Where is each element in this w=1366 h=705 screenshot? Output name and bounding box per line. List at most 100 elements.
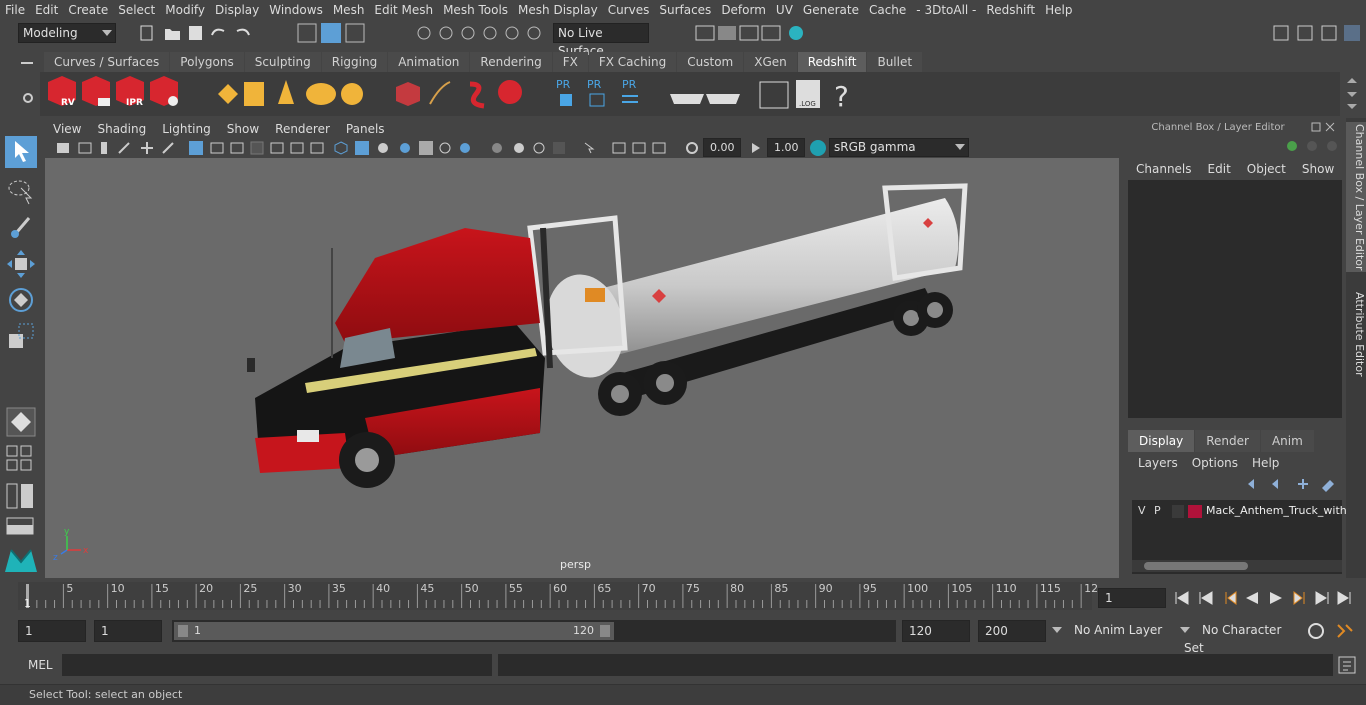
- end-time-field[interactable]: 200: [978, 620, 1046, 642]
- create-layer-from-selected-icon[interactable]: [1322, 480, 1334, 492]
- select-tool-icon[interactable]: [5, 136, 37, 168]
- tab-fx-caching[interactable]: FX Caching: [588, 52, 677, 72]
- tab-rendering[interactable]: Rendering: [470, 52, 552, 72]
- depth-of-field-icon[interactable]: [533, 142, 545, 154]
- cb-menu-show[interactable]: Show: [1302, 162, 1334, 176]
- select-hierarchy-icon[interactable]: [297, 23, 317, 43]
- script-icon[interactable]: [759, 81, 789, 109]
- playback-start-field[interactable]: 1: [94, 620, 162, 642]
- live-surface-field[interactable]: No Live Surface: [553, 23, 649, 58]
- safe-title-icon[interactable]: [310, 142, 324, 154]
- time-slider[interactable]: 1 5 10 15 20 25 30 35 40 45 50 55 60 65 70 75 80 85 90 95 1…: [18, 582, 1098, 610]
- grease-pencil-icon[interactable]: [162, 142, 174, 154]
- sphere-material-icon[interactable]: [498, 80, 522, 104]
- menu-windows[interactable]: Windows: [264, 0, 328, 20]
- cb-menu-channels[interactable]: Channels: [1136, 162, 1192, 176]
- select-component-icon[interactable]: [345, 23, 365, 43]
- truck-model[interactable]: [247, 183, 968, 488]
- render-view-icon[interactable]: [695, 25, 715, 41]
- portal-light-icon[interactable]: [244, 82, 264, 106]
- menu-uv[interactable]: UV: [771, 0, 798, 20]
- ambient-occlusion-icon[interactable]: [460, 143, 470, 153]
- volume-icon[interactable]: [469, 81, 485, 109]
- layer-visible-toggle[interactable]: V: [1138, 504, 1146, 517]
- vp-menu-panels[interactable]: Panels: [338, 122, 393, 136]
- float-panel-icon[interactable]: [1311, 122, 1321, 132]
- scroll-down-icon[interactable]: [1347, 92, 1357, 97]
- start-time-field[interactable]: 1: [18, 620, 86, 642]
- sun-light-icon[interactable]: [341, 83, 363, 105]
- vp-menu-show[interactable]: Show: [219, 122, 267, 136]
- bookmark-icon[interactable]: [101, 142, 107, 154]
- range-slider-handle[interactable]: 1 120: [174, 622, 614, 640]
- menu-mesh-display[interactable]: Mesh Display: [513, 0, 603, 20]
- cb-menu-edit[interactable]: Edit: [1208, 162, 1231, 176]
- range-end-grip[interactable]: [600, 625, 610, 637]
- xray-joints-icon[interactable]: [612, 142, 626, 154]
- move-tool-icon[interactable]: [5, 248, 37, 280]
- menu-create[interactable]: Create: [63, 0, 113, 20]
- scrollbar-thumb[interactable]: [1144, 562, 1248, 570]
- redshift-render-settings-button[interactable]: [150, 76, 178, 106]
- layer-color-swatch[interactable]: [1188, 505, 1202, 518]
- step-forward-key-icon[interactable]: [1293, 591, 1305, 605]
- vp-menu-view[interactable]: View: [45, 122, 89, 136]
- viewport-persp[interactable]: x y z persp: [45, 158, 1119, 578]
- make-live-icon[interactable]: [527, 26, 541, 40]
- move-layer-up-icon[interactable]: [1248, 479, 1254, 489]
- tab-bullet[interactable]: Bullet: [867, 52, 923, 72]
- shadows-icon[interactable]: [439, 142, 451, 154]
- menu-select[interactable]: Select: [113, 0, 160, 20]
- motion-blur-icon[interactable]: [492, 143, 502, 153]
- scale-tool-icon[interactable]: [5, 320, 37, 352]
- character-controls-icon[interactable]: [1297, 25, 1313, 41]
- range-slider[interactable]: 1 120: [172, 620, 896, 642]
- redo-icon[interactable]: [236, 28, 250, 36]
- layer-name[interactable]: Mack_Anthem_Truck_with_: [1206, 504, 1352, 517]
- create-layer-icon[interactable]: [1298, 479, 1308, 489]
- tab-animation[interactable]: Animation: [388, 52, 470, 72]
- step-back-icon[interactable]: [1199, 591, 1213, 605]
- tab-redshift[interactable]: Redshift: [797, 52, 867, 72]
- snap-projected-icon[interactable]: [483, 26, 497, 40]
- layer-menu-help[interactable]: Help: [1252, 456, 1279, 470]
- area-light-icon[interactable]: [218, 84, 238, 104]
- bake-icon[interactable]: [670, 94, 704, 104]
- vp-menu-lighting[interactable]: Lighting: [154, 122, 219, 136]
- channel-list[interactable]: [1128, 180, 1342, 418]
- pr-label-3[interactable]: PR: [622, 78, 637, 91]
- redshift-render-view-button[interactable]: RV: [48, 76, 76, 108]
- render-settings-icon[interactable]: [761, 25, 781, 41]
- tab-polygons[interactable]: Polygons: [170, 52, 244, 72]
- camera-select-icon[interactable]: [57, 143, 69, 153]
- select-object-icon[interactable]: [321, 23, 341, 43]
- snap-curve-icon[interactable]: [439, 26, 453, 40]
- menu-generate[interactable]: Generate: [798, 0, 864, 20]
- snap-point-icon[interactable]: [461, 26, 475, 40]
- tab-rigging[interactable]: Rigging: [321, 52, 388, 72]
- lasso-tool-icon[interactable]: [5, 174, 37, 206]
- mute-icon[interactable]: [1327, 141, 1337, 151]
- mel-label[interactable]: MEL: [28, 658, 53, 672]
- colorspace-dropdown[interactable]: sRGB gamma: [829, 138, 969, 157]
- help-icon[interactable]: ?: [834, 80, 849, 113]
- image-plane-icon[interactable]: [118, 142, 130, 154]
- scroll-up-icon[interactable]: [1347, 78, 1357, 83]
- menu-edit-mesh[interactable]: Edit Mesh: [369, 0, 438, 20]
- tab-curves-surfaces[interactable]: Curves / Surfaces: [44, 52, 170, 72]
- redshift-render-sequence-button[interactable]: [82, 76, 110, 106]
- go-to-end-icon[interactable]: [1337, 591, 1351, 605]
- use-lights-icon[interactable]: [419, 141, 433, 155]
- mel-input[interactable]: [62, 654, 492, 676]
- gate-mask-icon[interactable]: [250, 141, 264, 155]
- 2d-pan-icon[interactable]: [141, 142, 153, 154]
- play-backwards-icon[interactable]: [1246, 592, 1258, 604]
- wireframe-on-shaded-icon[interactable]: [378, 143, 388, 153]
- step-forward-icon[interactable]: [1315, 591, 1329, 605]
- xray-icon[interactable]: [584, 142, 595, 154]
- anim-preferences-icon[interactable]: [1337, 624, 1353, 638]
- current-frame-field[interactable]: 1: [1098, 588, 1166, 608]
- menu-deform[interactable]: Deform: [716, 0, 771, 20]
- mode-dropdown[interactable]: Modeling: [18, 23, 116, 43]
- spot-light-icon[interactable]: [278, 80, 294, 104]
